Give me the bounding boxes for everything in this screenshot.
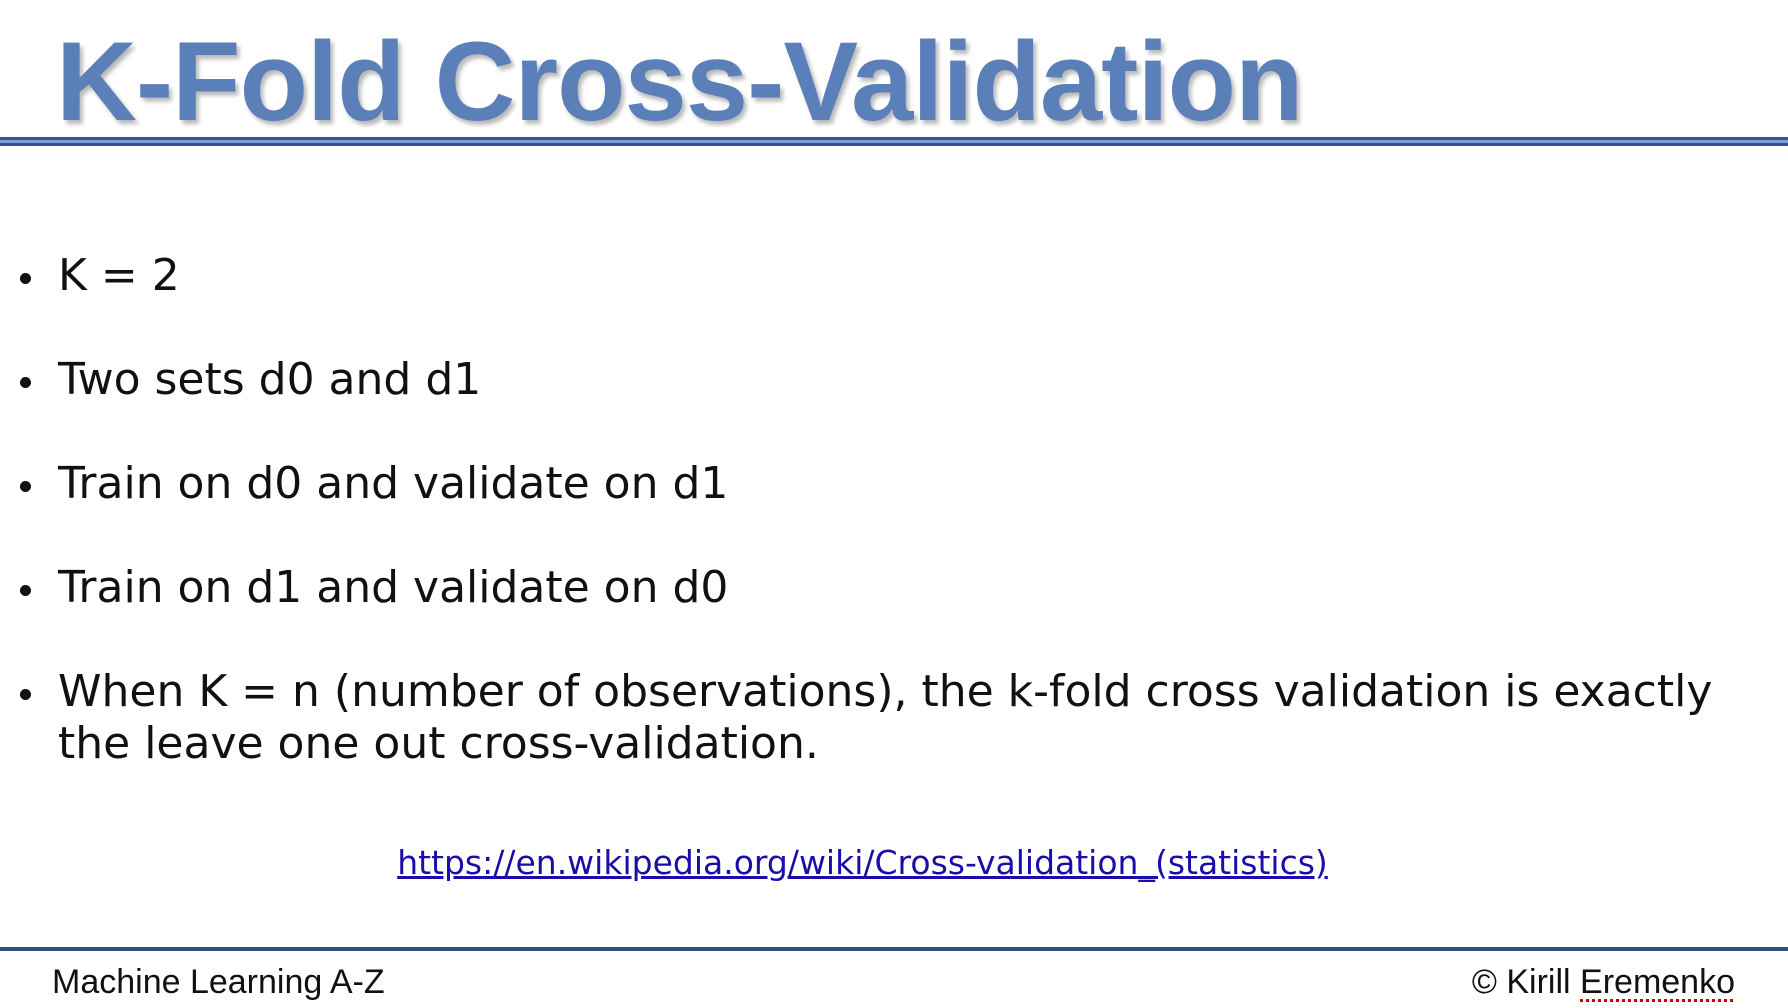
course-name: Machine Learning A-Z: [52, 963, 385, 1001]
slide-title: K-Fold Cross-Validation: [56, 19, 1303, 144]
author-last-name: Eremenko: [1580, 963, 1735, 1001]
bullet-item: K = 2: [0, 250, 1788, 302]
source-link-container: https://en.wikipedia.org/wiki/Cross-vali…: [0, 843, 1725, 882]
slide: K-Fold Cross-Validation K = 2 Two sets d…: [0, 0, 1788, 1008]
bullet-list: K = 2 Two sets d0 and d1 Train on d0 and…: [0, 250, 1788, 770]
bullet-item: Train on d0 and validate on d1: [0, 458, 1788, 510]
copyright: © Kirill Eremenko: [1472, 963, 1735, 1002]
author-first-name: Kirill: [1506, 963, 1571, 1001]
wikipedia-link[interactable]: https://en.wikipedia.org/wiki/Cross-vali…: [397, 843, 1328, 882]
bullet-item: When K = n (number of observations), the…: [0, 666, 1788, 770]
copyright-symbol: ©: [1471, 963, 1497, 1001]
title-divider: [0, 137, 1788, 146]
bullet-item: Train on d1 and validate on d0: [0, 562, 1788, 614]
bullet-item: Two sets d0 and d1: [0, 354, 1788, 406]
footer-divider: [0, 947, 1788, 951]
